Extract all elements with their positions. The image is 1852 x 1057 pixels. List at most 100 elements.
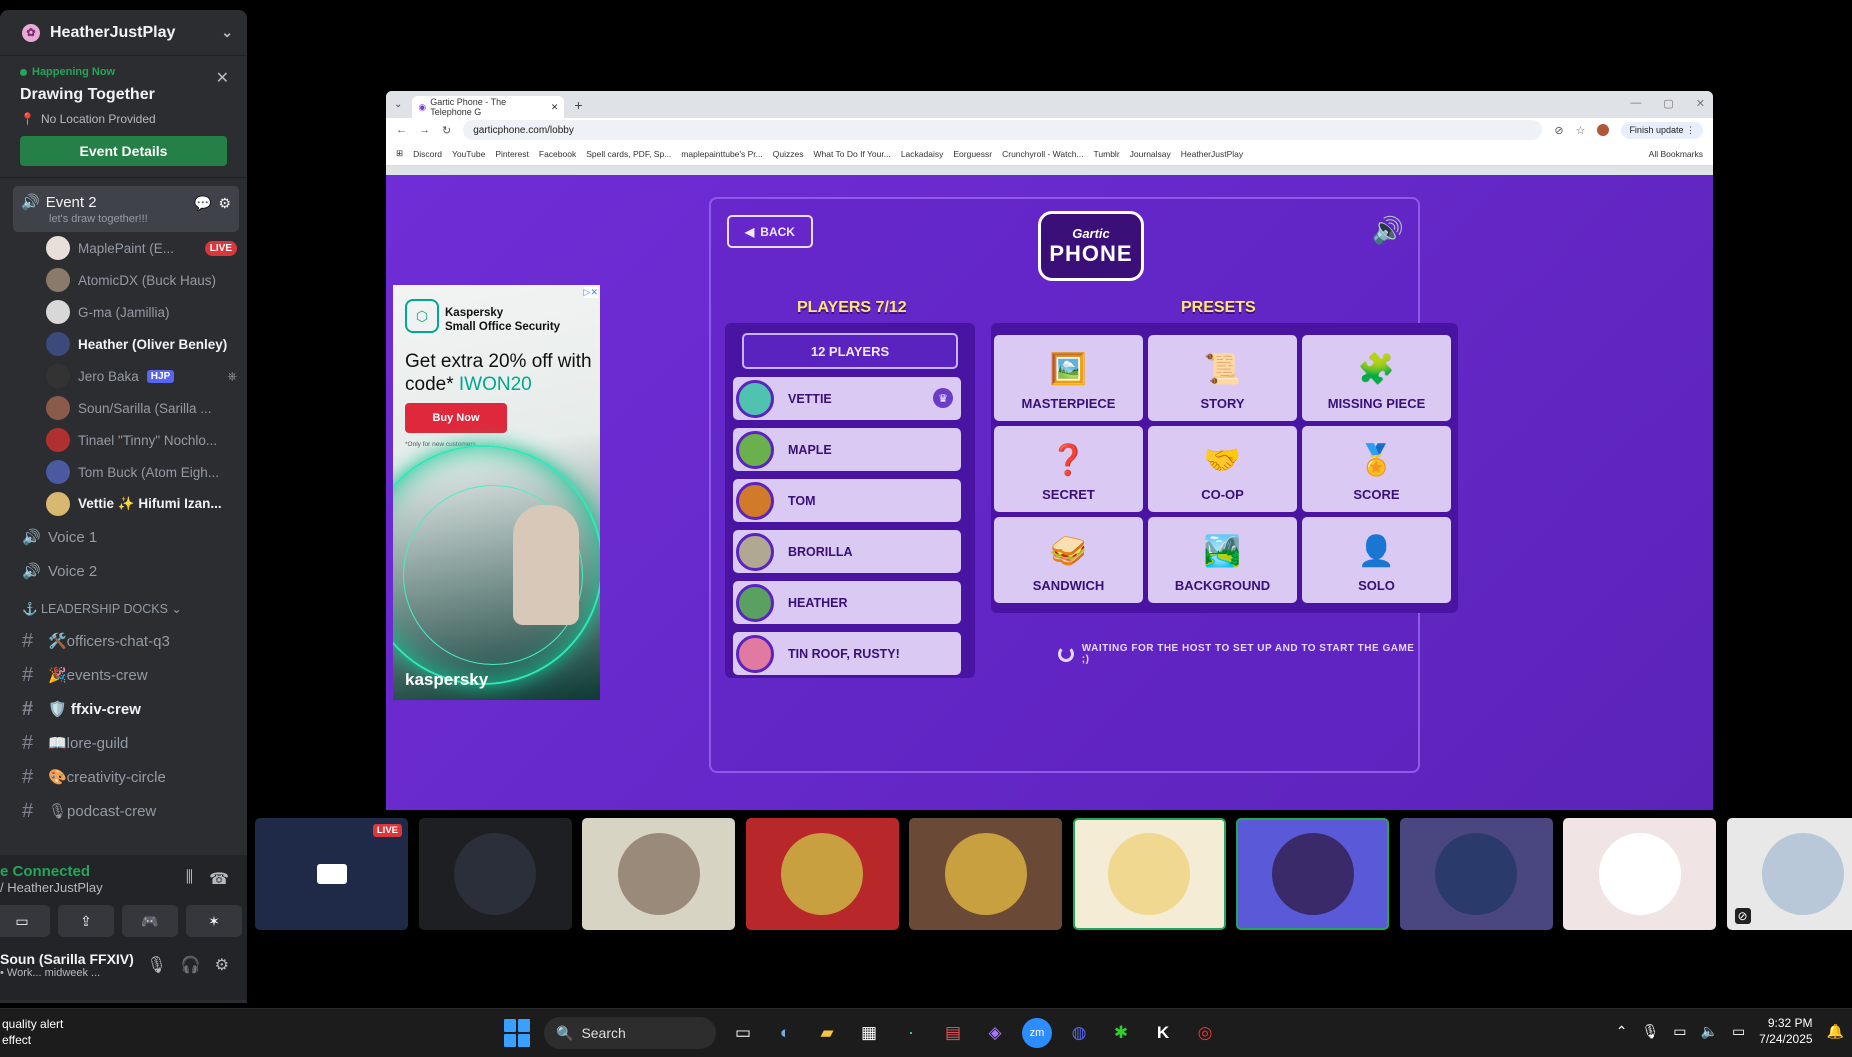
preset-co-op[interactable]: 🤝 CO-OP	[1148, 426, 1297, 512]
star-icon[interactable]: ☆	[1576, 124, 1586, 137]
preset-secret[interactable]: ❓ SECRET	[994, 426, 1143, 512]
finish-update-button[interactable]: Finish update ⋮	[1621, 121, 1703, 139]
kaspersky-ad[interactable]: ▷✕ ⬡ Kaspersky Small Office Security Get …	[393, 285, 600, 700]
voice-member[interactable]: Vettie ✨ Hifumi Izan...	[46, 488, 247, 520]
notification-text[interactable]: quality alert effect	[2, 1017, 63, 1048]
participant-tile[interactable]	[418, 818, 572, 930]
players-count-button[interactable]: 12 PLAYERS	[742, 333, 958, 369]
participant-tile[interactable]	[745, 818, 899, 930]
m365-icon[interactable]: ◈	[980, 1018, 1010, 1048]
soundboard-icon[interactable]: ⫼	[186, 869, 193, 889]
soundboard-button[interactable]: ✶	[186, 905, 242, 937]
bookmark-item[interactable]: Quizzes	[773, 149, 804, 159]
settings-gear-icon[interactable]: ⚙	[215, 955, 229, 975]
volume-tray-icon[interactable]: 🔈	[1701, 1023, 1718, 1040]
gear-icon[interactable]: ⚙	[218, 195, 231, 212]
voice-channel[interactable]: 🔊 Voice 1	[0, 520, 247, 554]
bookmark-item[interactable]: HeatherJustPlay	[1181, 149, 1243, 159]
bookmark-item[interactable]: maplepainttube's Pr...	[681, 149, 762, 159]
text-channel[interactable]: # 🎙podcast-crew	[0, 794, 247, 828]
k-app-icon[interactable]: K	[1148, 1018, 1178, 1048]
bookmark-item[interactable]: What To Do If Your...	[813, 149, 890, 159]
close-window-icon[interactable]: ✕	[1696, 97, 1705, 110]
text-channel[interactable]: # 🛡️ ffxiv-crew	[0, 692, 247, 726]
green-app-icon[interactable]: ✱	[1106, 1018, 1136, 1048]
participant-tile[interactable]	[1072, 818, 1226, 930]
minimize-icon[interactable]: —	[1630, 97, 1641, 110]
user-panel[interactable]: Soun (Sarilla FFXIV) • Work... midweek .…	[0, 951, 247, 979]
text-channel[interactable]: # 🎉events-crew	[0, 658, 247, 692]
profile-avatar[interactable]	[1597, 124, 1610, 136]
bookmark-item[interactable]: Eorguessr	[953, 149, 992, 159]
participant-tile[interactable]	[1399, 818, 1553, 930]
copilot-icon[interactable]: ◐	[770, 1018, 800, 1048]
document-app-icon[interactable]: ▤	[938, 1018, 968, 1048]
bookmark-item[interactable]: Facebook	[539, 149, 576, 159]
bookmark-item[interactable]: Discord	[413, 149, 442, 159]
participant-tile[interactable]	[582, 818, 735, 930]
text-channel[interactable]: # 🛠️officers-chat-q3	[0, 624, 247, 658]
voice-member[interactable]: AtomicDX (Buck Haus)	[46, 264, 247, 296]
server-header[interactable]: ✿ HeatherJustPlay ⌄	[0, 10, 247, 56]
browser-tab-gartic[interactable]: ◉ Gartic Phone - The Telephone G ✕	[412, 96, 565, 118]
voice-channel-event-2[interactable]: 🔊 Event 2 let's draw together!!! 💬 ⚙	[13, 186, 239, 232]
bookmark-item[interactable]: Pinterest	[495, 149, 529, 159]
eye-off-icon[interactable]: ⊘	[1554, 124, 1563, 137]
event-details-button[interactable]: Event Details	[20, 136, 227, 166]
preset-background[interactable]: 🏞️ BACKGROUND	[1148, 517, 1297, 603]
clock[interactable]: 9:32 PM 7/24/2025	[1759, 1015, 1812, 1047]
participant-tile[interactable]: LIVE	[255, 818, 408, 930]
chevron-down-icon[interactable]: ⌄	[221, 24, 233, 41]
ad-choices-icon[interactable]: ▷✕	[583, 287, 598, 298]
voice-member[interactable]: Soun/Sarilla (Sarilla ...	[46, 392, 247, 424]
microphone-icon-tray[interactable]: 🎙	[1641, 1023, 1659, 1040]
voice-member[interactable]: Jero Baka HJP ⎈	[46, 360, 247, 392]
camera-button[interactable]: ▭	[0, 905, 50, 937]
participant-tile[interactable]	[909, 818, 1062, 930]
close-icon[interactable]: ✕	[216, 68, 229, 88]
apps-grid-icon[interactable]: ⊞	[396, 148, 403, 159]
preset-score[interactable]: 🏅 SCORE	[1302, 426, 1451, 512]
url-input[interactable]: garticphone.com/lobby	[463, 120, 1543, 140]
bookmark-item[interactable]: Tumblr	[1094, 149, 1120, 159]
tab-list-icon[interactable]: ⌄	[394, 99, 402, 110]
bookmark-item[interactable]: Spell cards, PDF, Sp...	[586, 149, 671, 159]
preset-sandwich[interactable]: 🥪 SANDWICH	[994, 517, 1143, 603]
bookmark-item[interactable]: Journalsay	[1130, 149, 1171, 159]
participant-tile[interactable]	[1563, 818, 1716, 930]
voice-channel[interactable]: 🔊 Voice 2	[0, 554, 247, 588]
taskbar-search[interactable]: 🔍 Search	[544, 1017, 716, 1049]
connection-server[interactable]: / HeatherJustPlay	[0, 880, 103, 895]
preset-story[interactable]: 📜 STORY	[1148, 335, 1297, 421]
voice-member[interactable]: Tinael "Tinny" Nochlo...	[46, 424, 247, 456]
disconnect-icon[interactable]: ☎	[209, 869, 229, 889]
screen-share-button[interactable]: ⇪	[58, 905, 114, 937]
back-arrow-icon[interactable]: ←	[396, 124, 407, 136]
voice-member[interactable]: G-ma (Jamillia)	[46, 296, 247, 328]
file-explorer-icon[interactable]: ▰	[812, 1018, 842, 1048]
volume-icon[interactable]: 🔊	[1372, 215, 1404, 246]
bookmark-item[interactable]: Lackadaisy	[901, 149, 944, 159]
headphones-icon[interactable]: 🎧	[181, 955, 201, 975]
chrome-icon[interactable]: ◎	[1190, 1018, 1220, 1048]
microphone-icon[interactable]: 🎙	[146, 955, 166, 975]
chat-icon[interactable]: 💬	[194, 195, 211, 212]
bookmark-item[interactable]: YouTube	[452, 149, 485, 159]
zoom-icon[interactable]: zm	[1022, 1018, 1052, 1048]
new-tab-icon[interactable]: +	[574, 97, 582, 113]
display-icon[interactable]: ▭	[1673, 1023, 1686, 1040]
participant-tile[interactable]	[1236, 818, 1389, 930]
participant-tile[interactable]: ⊘	[1726, 818, 1852, 930]
discord-icon[interactable]: ◍	[1064, 1018, 1094, 1048]
voice-member[interactable]: Tom Buck (Atom Eigh...	[46, 456, 247, 488]
voice-member[interactable]: MaplePaint (E... LIVE	[46, 232, 247, 264]
notifications-icon[interactable]: 🔔	[1827, 1023, 1844, 1040]
chevron-up-icon[interactable]: ⌃	[1616, 1023, 1628, 1040]
close-tab-icon[interactable]: ✕	[551, 102, 559, 113]
task-view-icon[interactable]: ▭	[728, 1018, 758, 1048]
activities-button[interactable]: 🎮	[122, 905, 178, 937]
back-button[interactable]: ◀ BACK	[727, 215, 813, 248]
text-channel[interactable]: # 🎨creativity-circle	[0, 760, 247, 794]
calculator-icon[interactable]: ▦	[854, 1018, 884, 1048]
maximize-icon[interactable]: ▢	[1663, 97, 1673, 110]
